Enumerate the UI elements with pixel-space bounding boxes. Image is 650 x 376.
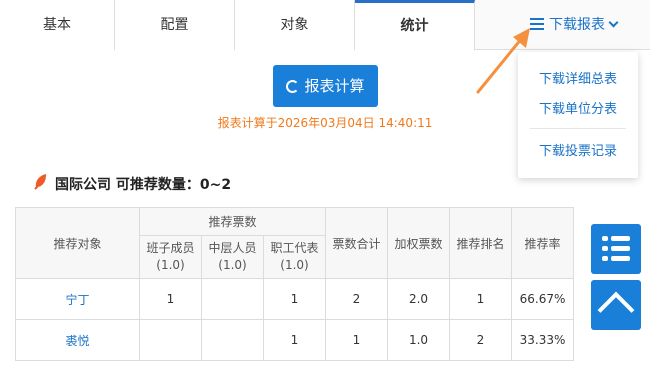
section-title: 国际公司 可推荐数量：0~2 <box>55 177 232 193</box>
col-votes-group: 推荐票数 <box>139 207 326 236</box>
list-icon[interactable] <box>591 224 641 274</box>
tab-bar: 基本 配置 对象 统计 下载报表 <box>0 0 650 51</box>
table-row: 裘悦 1 1 1.0 2 33.33% <box>15 319 574 361</box>
tab-config[interactable]: 配置 <box>115 0 235 50</box>
tab-objects[interactable]: 对象 <box>235 0 355 50</box>
col-middle-label: 中层人员 <box>208 241 257 255</box>
scroll-to-top-button[interactable] <box>591 280 641 330</box>
calculation-timestamp: 报表计算于2026年03月04日 14:40:11 <box>217 116 433 130</box>
calculate-report-label: 报表计算 <box>304 77 365 95</box>
cell-total: 1 <box>325 319 388 361</box>
cell-weighted: 1.0 <box>387 319 450 361</box>
col-rank: 推荐排名 <box>449 207 512 279</box>
calculate-report-button[interactable]: 报表计算 <box>273 65 378 107</box>
col-staff-weight: (1.0) <box>280 258 309 272</box>
cell-staff: 1 <box>263 278 326 320</box>
cell-rate: 33.33% <box>511 319 574 361</box>
statistics-table: 推荐对象 推荐票数 票数合计 加权票数 推荐排名 推荐率 班子成员 (1.0) 中… <box>15 207 574 361</box>
cell-leaders <box>139 319 202 361</box>
col-weighted: 加权票数 <box>387 207 450 279</box>
chevron-up-icon <box>597 291 635 329</box>
cell-total: 2 <box>325 278 388 320</box>
leaf-icon <box>34 174 47 190</box>
col-rate: 推荐率 <box>511 207 574 279</box>
target-name-link[interactable]: 宁丁 <box>15 278 140 320</box>
cell-leaders: 1 <box>139 278 202 320</box>
col-leaders: 班子成员 (1.0) <box>139 235 202 279</box>
tab-basic[interactable]: 基本 <box>0 0 115 50</box>
table-row: 宁丁 1 1 2 2.0 1 66.67% <box>15 278 574 320</box>
cell-rank: 1 <box>449 278 512 320</box>
refresh-icon <box>286 80 300 93</box>
col-staff: 职工代表 (1.0) <box>263 235 326 279</box>
cell-rank: 2 <box>449 319 512 361</box>
cell-staff: 1 <box>263 319 326 361</box>
arrow-annotation-icon <box>476 28 530 94</box>
tab-statistics[interactable]: 统计 <box>355 0 475 51</box>
cell-rate: 66.67% <box>511 278 574 320</box>
col-middle: 中层人员 (1.0) <box>201 235 264 279</box>
col-leaders-label: 班子成员 <box>146 241 195 255</box>
download-report-label: 下载报表 <box>549 17 605 33</box>
col-middle-weight: (1.0) <box>218 258 247 272</box>
col-target: 推荐对象 <box>15 207 140 279</box>
target-name-link[interactable]: 裘悦 <box>15 319 140 361</box>
download-report-dropdown[interactable]: 下载报表 <box>530 0 619 50</box>
cell-weighted: 2.0 <box>387 278 450 320</box>
chevron-down-icon <box>608 17 619 28</box>
download-vote-records[interactable]: 下载投票记录 <box>518 140 638 159</box>
col-staff-label: 职工代表 <box>270 241 319 255</box>
col-leaders-weight: (1.0) <box>156 258 185 272</box>
cell-middle <box>201 319 264 361</box>
col-total: 票数合计 <box>325 207 388 279</box>
cell-middle <box>201 278 264 320</box>
